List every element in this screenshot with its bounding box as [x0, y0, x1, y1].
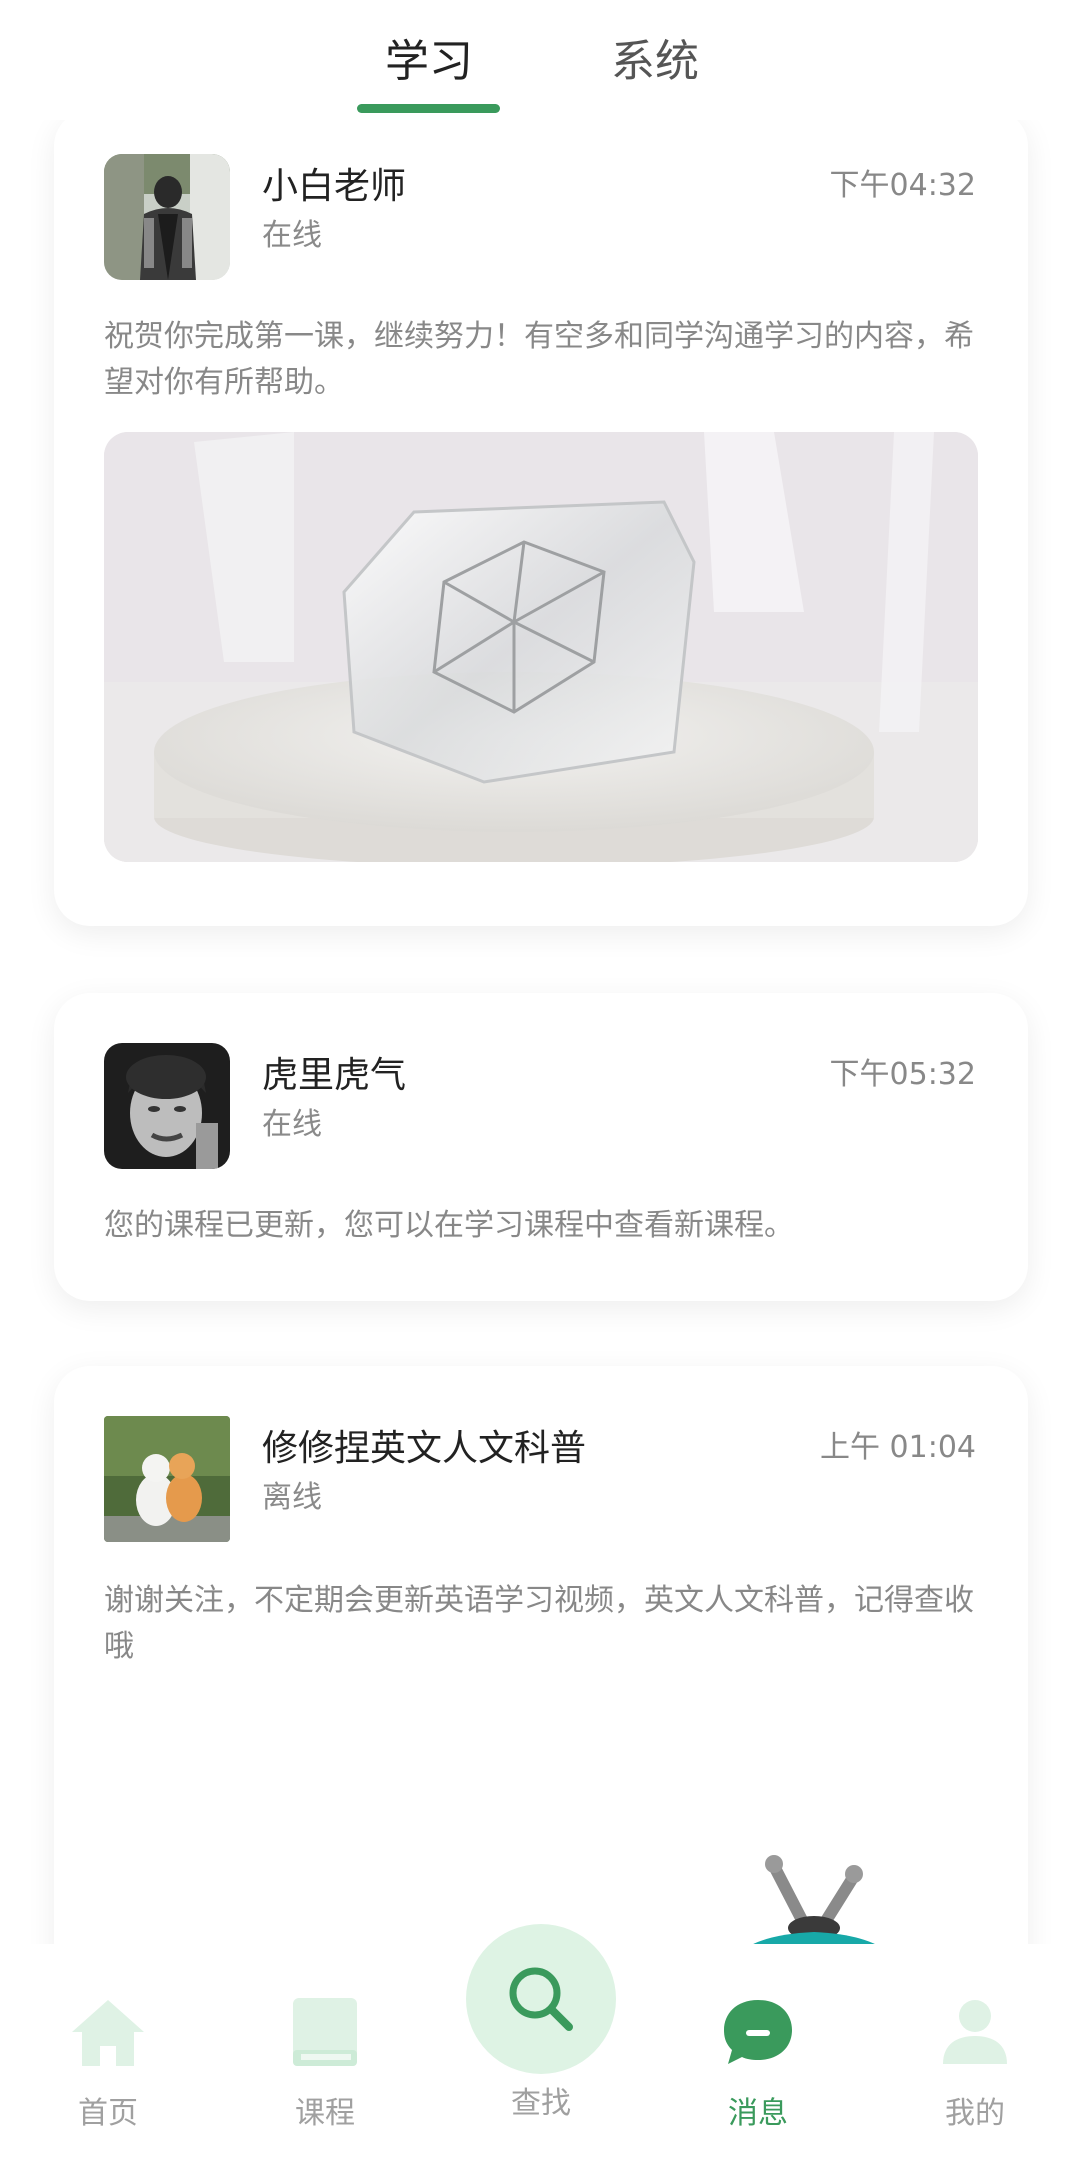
- avatar[interactable]: [104, 154, 230, 280]
- nav-label: 我的: [945, 2096, 1005, 2131]
- top-tab-bar: 学习 系统: [0, 0, 1080, 120]
- online-status: 离线: [262, 1480, 322, 1515]
- nav-label: 课程: [295, 2096, 355, 2131]
- online-status: 在线: [262, 1107, 322, 1142]
- message-text: 祝贺你完成第一课，继续努力！有空多和同学沟通学习的内容，希望对你有所帮助。: [104, 319, 974, 400]
- message-time: 下午05:32: [829, 1057, 976, 1092]
- user-icon: [943, 2000, 1007, 2064]
- tab-system[interactable]: 系统: [580, 34, 730, 90]
- message-card[interactable]: 小白老师 在线 下午04:32 祝贺你完成第一课，继续努力！有空多和同学沟通学习…: [54, 110, 1028, 926]
- sender-name: 虎里虎气: [262, 1055, 407, 1096]
- avatar[interactable]: [104, 1043, 230, 1169]
- avatar[interactable]: [104, 1416, 230, 1542]
- message-text: 谢谢关注，不定期会更新英语学习视频，英文人文科普，记得查收哦: [104, 1583, 974, 1664]
- active-tab-indicator: [357, 104, 500, 113]
- crystal-image: [104, 432, 978, 862]
- nav-search[interactable]: 查找: [466, 1924, 616, 2124]
- home-icon: [72, 2000, 144, 2066]
- nav-course[interactable]: 课程: [245, 1992, 405, 2134]
- sender-name: 修修捏英文人文科普: [262, 1428, 587, 1469]
- message-card[interactable]: 修修捏英文人文科普 离线 上午 01:04 谢谢关注，不定期会更新英语学习视频，…: [54, 1366, 1028, 2006]
- avatar-image: [104, 154, 230, 280]
- chat-icon: [724, 2000, 792, 2064]
- nav-profile[interactable]: 我的: [895, 1992, 1055, 2134]
- message-image[interactable]: [104, 432, 978, 862]
- nav-label: 首页: [78, 2096, 138, 2131]
- avatar-image: [104, 1416, 230, 1542]
- search-icon: [509, 1967, 573, 2031]
- tab-study[interactable]: 学习: [354, 34, 504, 90]
- message-time: 上午 01:04: [820, 1430, 976, 1465]
- bottom-navigation: 首页 课程 查找 消息 我的: [0, 1924, 1080, 2170]
- online-status: 在线: [262, 218, 322, 253]
- sender-name: 小白老师: [262, 166, 407, 207]
- book-icon: [293, 1998, 357, 2066]
- search-button[interactable]: [466, 1924, 616, 2074]
- message-text: 您的课程已更新，您可以在学习课程中查看新课程。: [104, 1208, 794, 1243]
- nav-home[interactable]: 首页: [28, 1992, 188, 2134]
- message-card[interactable]: 虎里虎气 在线 下午05:32 您的课程已更新，您可以在学习课程中查看新课程。: [54, 993, 1028, 1301]
- nav-label: 消息: [728, 2096, 788, 2131]
- avatar-image: [104, 1043, 230, 1169]
- nav-messages[interactable]: 消息: [678, 1992, 838, 2134]
- nav-label: 查找: [511, 2086, 571, 2121]
- message-time: 下午04:32: [829, 168, 976, 203]
